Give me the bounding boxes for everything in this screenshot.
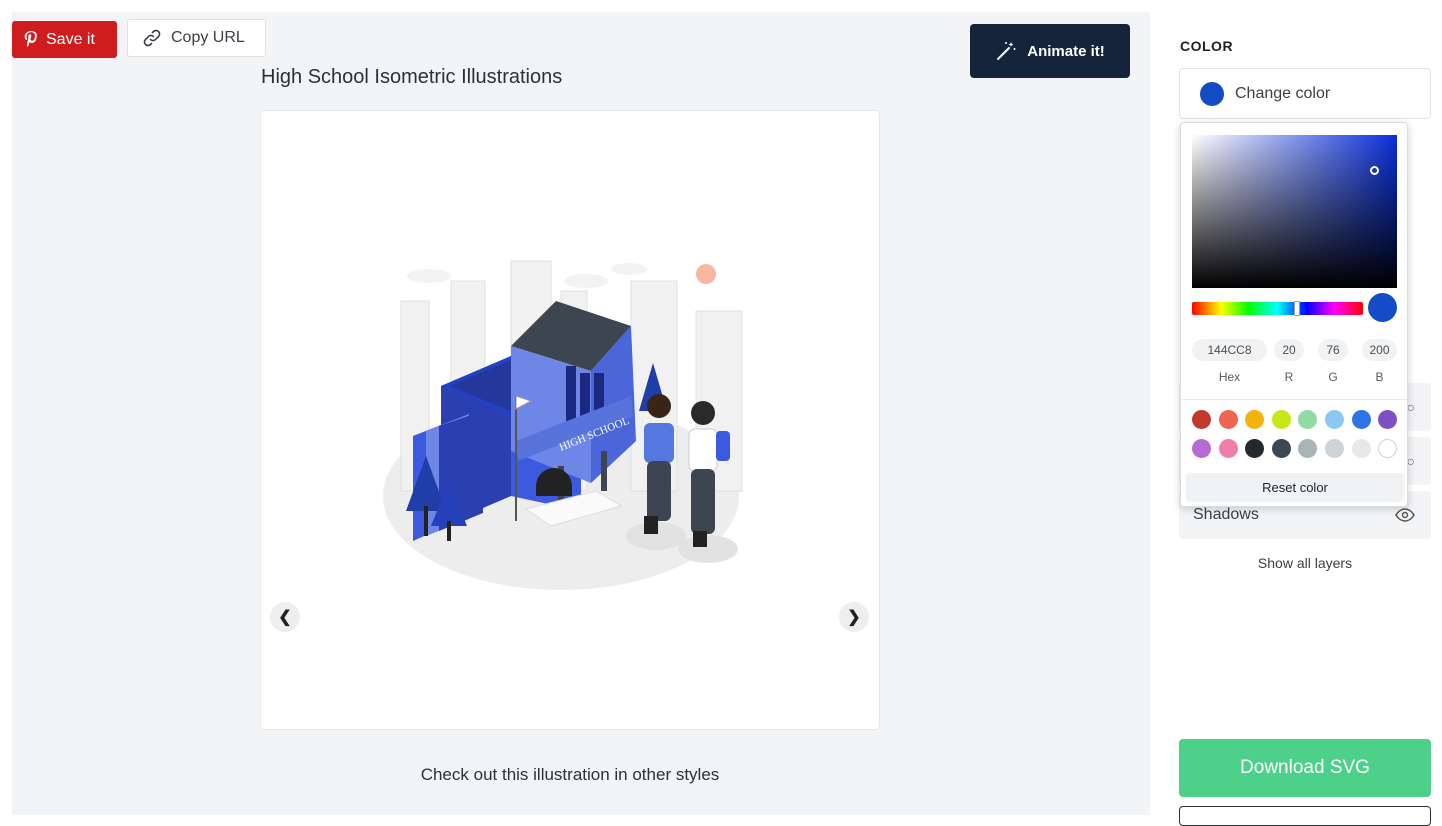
green-label: G bbox=[1328, 370, 1338, 384]
green-input[interactable]: 76 bbox=[1318, 339, 1348, 361]
secondary-download-button[interactable] bbox=[1179, 806, 1431, 826]
illustration-image: HIGH SCHOOL bbox=[383, 260, 743, 590]
color-swatch[interactable] bbox=[1271, 439, 1291, 458]
save-it-label: Save it bbox=[46, 30, 95, 48]
color-section-heading: COLOR bbox=[1180, 38, 1234, 54]
picker-divider bbox=[1181, 399, 1407, 400]
color-swatch[interactable] bbox=[1325, 439, 1344, 458]
previous-illustration-button[interactable]: ❮ bbox=[270, 602, 300, 632]
hex-input[interactable]: 144CC8 bbox=[1192, 339, 1267, 361]
blue-input[interactable]: 200 bbox=[1362, 339, 1397, 361]
current-color-swatch bbox=[1200, 81, 1224, 106]
hue-slider-handle[interactable] bbox=[1294, 301, 1300, 316]
color-swatch[interactable] bbox=[1192, 410, 1211, 429]
color-swatch[interactable] bbox=[1351, 439, 1371, 458]
copy-url-label: Copy URL bbox=[171, 29, 245, 46]
next-illustration-button[interactable]: ❯ bbox=[839, 602, 869, 632]
color-swatch[interactable] bbox=[1351, 410, 1371, 429]
hue-slider[interactable] bbox=[1192, 301, 1363, 316]
blue-label: B bbox=[1375, 370, 1384, 384]
color-swatch[interactable] bbox=[1245, 410, 1265, 429]
change-color-button[interactable]: Change color bbox=[1179, 68, 1431, 119]
pinterest-icon bbox=[24, 30, 37, 47]
color-swatch[interactable] bbox=[1218, 410, 1238, 429]
color-picker-popover: 144CC8 20 76 200 Hex R G B Reset color bbox=[1180, 122, 1408, 507]
page-title: High School Isometric Illustrations bbox=[261, 66, 563, 88]
reset-color-button[interactable]: Reset color bbox=[1186, 473, 1404, 502]
hex-label: Hex bbox=[1218, 370, 1241, 384]
show-all-layers-link[interactable]: Show all layers bbox=[1179, 555, 1431, 571]
change-color-label: Change color bbox=[1235, 84, 1331, 102]
layer-label: Shadows bbox=[1193, 506, 1259, 523]
color-swatch[interactable] bbox=[1298, 410, 1318, 429]
link-icon bbox=[143, 29, 161, 47]
other-styles-heading: Check out this illustration in other sty… bbox=[420, 765, 720, 784]
download-svg-button[interactable]: Download SVG bbox=[1179, 739, 1431, 797]
red-label: R bbox=[1284, 370, 1294, 384]
saturation-value-area[interactable] bbox=[1192, 135, 1397, 288]
color-swatch[interactable] bbox=[1218, 439, 1238, 458]
magic-wand-icon bbox=[997, 42, 1016, 60]
color-preview bbox=[1368, 293, 1397, 322]
color-swatch[interactable] bbox=[1378, 410, 1398, 429]
copy-url-button[interactable]: Copy URL bbox=[127, 19, 266, 57]
color-swatch[interactable] bbox=[1378, 439, 1398, 458]
color-swatch[interactable] bbox=[1192, 439, 1211, 458]
color-swatch[interactable] bbox=[1271, 410, 1291, 429]
save-it-button[interactable]: Save it bbox=[12, 21, 117, 58]
animate-it-button[interactable]: Animate it! bbox=[970, 24, 1130, 78]
color-swatch[interactable] bbox=[1325, 410, 1344, 429]
eye-icon[interactable] bbox=[1395, 508, 1415, 522]
color-swatch[interactable] bbox=[1245, 439, 1265, 458]
chevron-left-icon: ❮ bbox=[278, 609, 292, 626]
red-input[interactable]: 20 bbox=[1274, 339, 1304, 361]
saturation-value-handle[interactable] bbox=[1370, 166, 1379, 175]
animate-it-label: Animate it! bbox=[1027, 42, 1105, 60]
illustration-card: HIGH SCHOOL bbox=[260, 110, 880, 730]
chevron-right-icon: ❯ bbox=[847, 609, 861, 626]
color-swatch[interactable] bbox=[1298, 439, 1318, 458]
